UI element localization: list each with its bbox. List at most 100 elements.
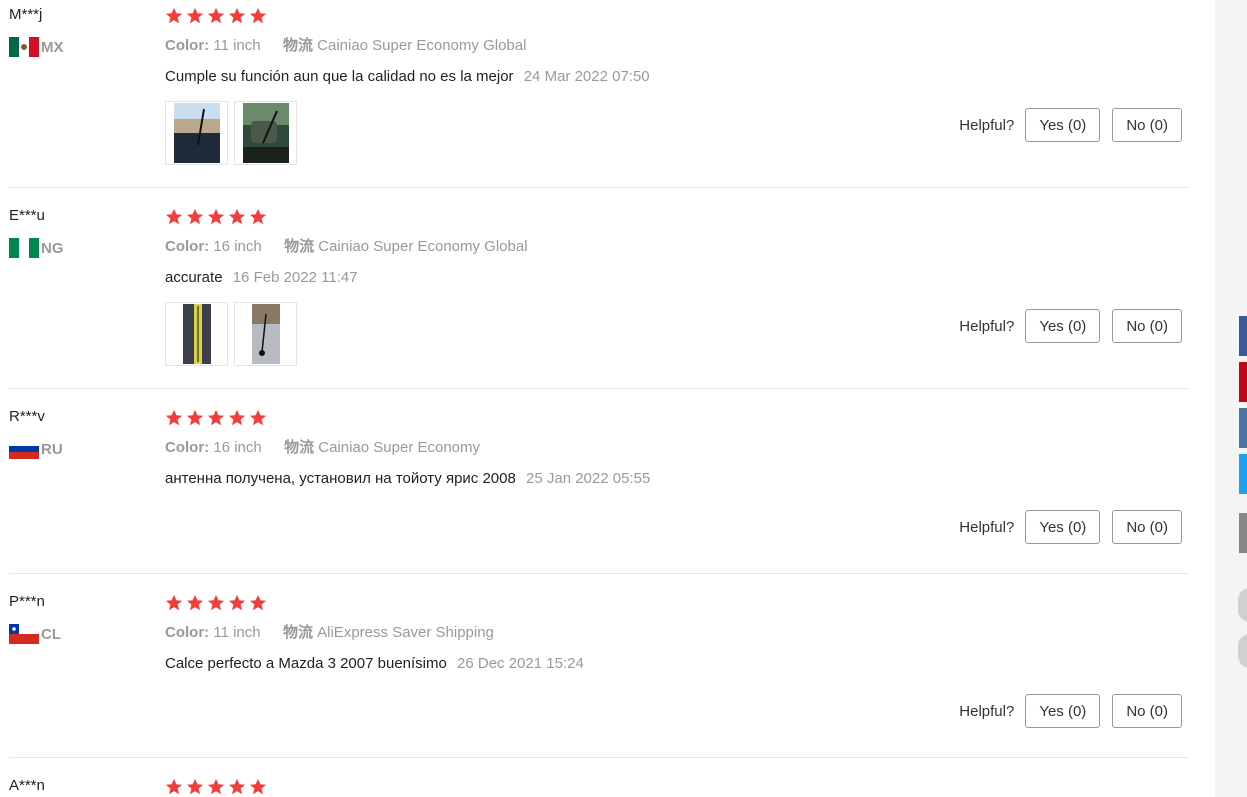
reviewer-country: RU <box>9 439 149 459</box>
photo-antenna-roof <box>251 304 280 364</box>
star-icon <box>207 208 225 225</box>
photo-antenna-tape <box>182 304 211 364</box>
share-vk-button[interactable] <box>1239 408 1247 448</box>
flag-mx-icon <box>9 37 39 57</box>
review-body <box>165 771 1189 797</box>
divider <box>9 187 1189 188</box>
review-photo-thumb[interactable] <box>165 302 228 366</box>
helpful-label: Helpful? <box>959 317 1015 335</box>
country-code: CL <box>41 625 61 643</box>
helpful-yes-button[interactable]: Yes (0) <box>1025 108 1101 142</box>
share-pinterest-button[interactable] <box>1239 362 1247 402</box>
helpful-no-button[interactable]: No (0) <box>1112 694 1182 728</box>
star-icon <box>165 7 183 24</box>
scroll-circle-button[interactable] <box>1238 588 1247 622</box>
color-key: Color: <box>165 238 210 255</box>
star-icon <box>207 7 225 24</box>
divider <box>9 573 1189 574</box>
reviewer-country: CL <box>9 624 149 644</box>
review-body: Color: 11 inch 物流 AliExpress Saver Shipp… <box>165 587 1189 674</box>
star-icon <box>186 208 204 225</box>
helpful-label: Helpful? <box>959 702 1015 720</box>
reviewer-info: M***j MX <box>9 5 149 57</box>
star-icon <box>228 409 246 426</box>
review-photo-thumb[interactable] <box>234 101 297 165</box>
country-code: MX <box>41 38 64 56</box>
share-twitter-button[interactable] <box>1239 454 1247 494</box>
star-icon <box>186 7 204 24</box>
review-content: антенна получена, установил на тойоту яр… <box>165 469 1189 489</box>
review-date: 26 Dec 2021 15:24 <box>457 655 584 672</box>
review-item: P***n CL Color: 11 inch 物流 AliExpress Sa… <box>9 587 1189 758</box>
shipping-key: 物流 <box>284 238 315 255</box>
review-photo-thumb[interactable] <box>165 101 228 165</box>
divider <box>9 388 1189 389</box>
star-icon <box>249 409 267 426</box>
reviewer-name: A***n <box>9 777 45 794</box>
review-date: 25 Jan 2022 05:55 <box>526 470 651 487</box>
flag-cl-icon <box>9 624 39 644</box>
star-icon <box>249 7 267 24</box>
review-item: R***v RU Color: 16 inch 物流 Cainiao Super… <box>9 402 1189 574</box>
star-icon <box>186 778 204 795</box>
star-icon <box>165 208 183 225</box>
color-value: 16 inch <box>213 439 262 456</box>
reviewer-country: NG <box>9 238 149 258</box>
helpful-yes-button[interactable]: Yes (0) <box>1025 510 1101 544</box>
star-icon <box>165 409 183 426</box>
color-key: Color: <box>165 439 210 456</box>
shipping-value: Cainiao Super Economy Global <box>318 238 528 255</box>
share-facebook-button[interactable] <box>1239 316 1247 356</box>
star-icon <box>165 778 183 795</box>
color-key: Color: <box>165 624 210 641</box>
helpful-no-button[interactable]: No (0) <box>1112 108 1182 142</box>
helpful-no-button[interactable]: No (0) <box>1112 309 1182 343</box>
review-content: accurate 16 Feb 2022 11:47 <box>165 268 1189 288</box>
star-icon <box>249 778 267 795</box>
reviewer-name: E***u <box>9 207 45 224</box>
star-icon <box>207 778 225 795</box>
color-value: 11 inch <box>213 37 261 54</box>
star-icon <box>207 409 225 426</box>
helpful-no-button[interactable]: No (0) <box>1112 510 1182 544</box>
shipping-value: Cainiao Super Economy Global <box>317 37 527 54</box>
star-icon <box>186 409 204 426</box>
star-rating <box>165 778 1189 797</box>
reviewer-name: P***n <box>9 593 45 610</box>
review-photo-thumb[interactable] <box>234 302 297 366</box>
review-content: Cumple su función aun que la calidad no … <box>165 67 1189 87</box>
helpful-vote: Helpful? Yes (0) No (0) <box>959 108 1182 142</box>
review-content: Calce perfecto a Mazda 3 2007 buenísimo … <box>165 654 1189 674</box>
helpful-yes-button[interactable]: Yes (0) <box>1025 309 1101 343</box>
star-icon <box>228 594 246 611</box>
review-attributes: Color: 11 inch 物流 AliExpress Saver Shipp… <box>165 623 1189 643</box>
helpful-vote: Helpful? Yes (0) No (0) <box>959 309 1182 343</box>
star-icon <box>249 208 267 225</box>
helpful-vote: Helpful? Yes (0) No (0) <box>959 694 1182 728</box>
star-rating <box>165 594 1189 614</box>
flag-ng-icon <box>9 238 39 258</box>
right-side-rail <box>1215 0 1247 797</box>
helpful-yes-button[interactable]: Yes (0) <box>1025 694 1101 728</box>
review-item: A***n <box>9 771 1189 797</box>
shipping-key: 物流 <box>282 624 313 641</box>
shipping-key: 物流 <box>282 37 313 54</box>
reviewer-name: M***j <box>9 6 43 23</box>
review-text: антенна получена, установил на тойоту яр… <box>165 470 516 487</box>
scroll-circle-button[interactable] <box>1238 634 1247 668</box>
reviewer-info: A***n <box>9 776 149 796</box>
review-body: Color: 16 inch 物流 Cainiao Super Economy … <box>165 402 1189 489</box>
helpful-vote: Helpful? Yes (0) No (0) <box>959 510 1182 544</box>
helpful-label: Helpful? <box>959 518 1015 536</box>
review-attributes: Color: 16 inch 物流 Cainiao Super Economy … <box>165 237 1189 257</box>
reviewer-info: R***v RU <box>9 407 149 459</box>
review-text: accurate <box>165 269 223 286</box>
star-icon <box>165 594 183 611</box>
review-attributes: Color: 11 inch 物流 Cainiao Super Economy … <box>165 36 1189 56</box>
reviewer-info: P***n CL <box>9 592 149 644</box>
star-icon <box>228 778 246 795</box>
review-text: Cumple su función aun que la calidad no … <box>165 68 514 85</box>
color-value: 16 inch <box>213 238 262 255</box>
share-more-button[interactable] <box>1239 513 1247 553</box>
shipping-value: AliExpress Saver Shipping <box>317 624 494 641</box>
